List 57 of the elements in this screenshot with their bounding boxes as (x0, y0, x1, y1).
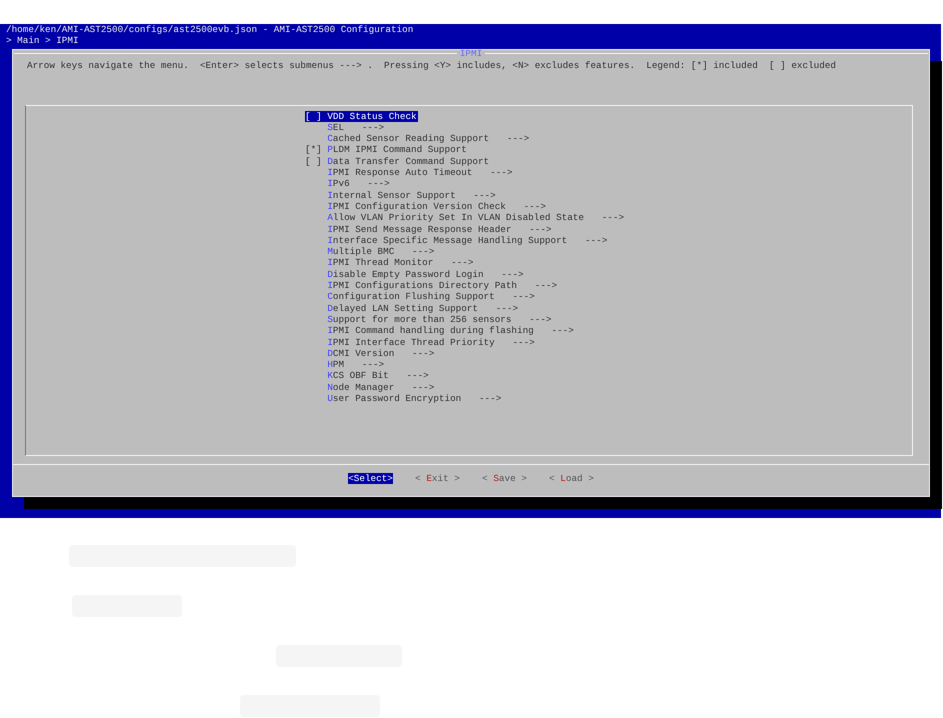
menu-item[interactable]: [ ] VDD Status Check (305, 110, 418, 122)
submenu-arrow: ---> (512, 336, 535, 348)
menu-item[interactable]: User Password Encryption (305, 393, 462, 404)
menu-item[interactable]: IPMI Thread Monitor (305, 257, 434, 269)
menu-item[interactable]: Cached Sensor Reading Support (305, 133, 490, 144)
menu-item[interactable]: Internal Sensor Support (305, 190, 457, 201)
menu-item[interactable]: IPMI Response Auto Timeout (305, 167, 474, 178)
menu-item[interactable]: IPMI Configuration Version Check (305, 200, 507, 212)
menu-item[interactable]: Disable Empty Password Login (305, 268, 485, 280)
menu-item[interactable]: IPv6 (305, 178, 351, 190)
dialog-title: IPMI (458, 48, 484, 60)
menu-item[interactable]: Interface Specific Message Handling Support (305, 234, 568, 246)
submenu-arrow: ---> (524, 200, 546, 212)
submenu-arrow: ---> (362, 122, 384, 134)
menu-item[interactable]: IPMI Command handling during flashing (305, 325, 535, 337)
dialog-button[interactable]: < Save > (482, 472, 527, 484)
menu-item[interactable]: IPMI Interface Thread Priority (305, 336, 496, 348)
submenu-arrow: ---> (552, 325, 574, 337)
submenu-arrow: ---> (451, 257, 474, 269)
menu-item[interactable]: Support for more than 256 sensors (305, 314, 512, 326)
submenu-arrow: ---> (473, 190, 496, 201)
dialog-button[interactable]: < Load > (549, 472, 594, 484)
submenu-arrow: ---> (512, 291, 535, 303)
menu-item[interactable]: IPMI Configurations Directory Path (305, 280, 518, 292)
menu-item[interactable]: DCMI Version (305, 348, 396, 360)
submenu-arrow: ---> (367, 178, 390, 190)
submenu-arrow: ---> (478, 393, 502, 404)
window-title: /home/ken/AMI-AST2500/configs/ast2500evb.json - AMI-AST2500 Configuration (5, 24, 414, 36)
submenu-arrow: ---> (529, 224, 552, 235)
dialog-button[interactable]: < Exit > (415, 472, 460, 484)
submenu-arrow: ---> (584, 234, 608, 246)
submenu-arrow: ---> (529, 314, 552, 326)
menu-item[interactable]: Node Manager (305, 382, 396, 394)
submenu-arrow: ---> (602, 212, 624, 224)
submenu-arrow: ---> (501, 268, 524, 280)
submenu-arrow: ---> (412, 246, 434, 258)
help-text: Arrow keys navigate the menu. <Enter> selects submenus ---> . Pressing <Y> includes, <N> excludes features. Legend: [*] included [ ] excluded (26, 58, 837, 73)
menu-item[interactable]: Multiple BMC (305, 246, 396, 258)
dialog-button[interactable]: <Select> (348, 472, 393, 484)
submenu-arrow: ---> (362, 359, 384, 370)
menu-item[interactable]: IPMI Send Message Response Header (305, 224, 512, 235)
submenu-arrow: ---> (496, 302, 518, 314)
menu-item[interactable]: [ ] Data Transfer Command Support (305, 156, 490, 168)
submenu-arrow: ---> (506, 133, 530, 144)
menu-item[interactable]: KCS OBF Bit (305, 370, 390, 382)
menu-item[interactable]: Configuration Flushing Support (305, 291, 496, 303)
menu-item[interactable]: HPM (305, 359, 346, 370)
submenu-arrow: ---> (490, 167, 512, 178)
menu-item[interactable]: Delayed LAN Setting Support (305, 302, 479, 314)
submenu-arrow: ---> (412, 348, 434, 360)
menu-item[interactable]: SEL (305, 122, 346, 134)
submenu-arrow: ---> (412, 382, 434, 394)
menu-item[interactable]: Allow VLAN Priority Set In VLAN Disabled State (305, 212, 585, 224)
breadcrumb: > Main > IPMI (5, 35, 80, 47)
menu-item[interactable]: [*] PLDM IPMI Command Support (305, 144, 468, 156)
submenu-arrow: ---> (534, 280, 558, 292)
submenu-arrow: ---> (406, 370, 429, 382)
